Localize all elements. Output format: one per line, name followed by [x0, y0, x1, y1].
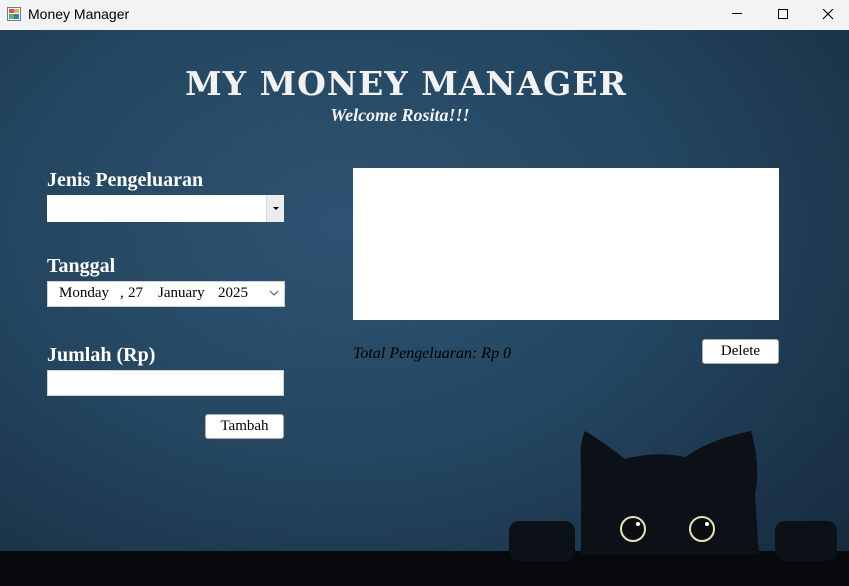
- window-titlebar[interactable]: Money Manager: [0, 0, 849, 30]
- cat-illustration: [509, 431, 837, 561]
- date-day[interactable]: 27: [128, 285, 143, 302]
- close-button[interactable]: [805, 0, 849, 30]
- add-button[interactable]: Tambah: [205, 414, 284, 439]
- category-label: Jenis Pengeluaran: [47, 169, 204, 191]
- maximize-icon: [778, 9, 788, 19]
- category-combobox[interactable]: [47, 195, 284, 222]
- expenses-listbox[interactable]: [353, 168, 779, 320]
- date-year[interactable]: 2025: [218, 285, 248, 302]
- total-expenses-label: Total Pengeluaran: Rp 0: [353, 345, 512, 362]
- welcome-message: Welcome Rosita!!!: [330, 105, 470, 125]
- date-picker[interactable]: Monday , 27 January 2025: [47, 281, 285, 307]
- app-icon: [7, 7, 21, 21]
- app-title: My Money Manager: [185, 64, 627, 103]
- date-month[interactable]: January: [158, 285, 205, 302]
- dropdown-arrow-icon: [273, 207, 279, 210]
- date-separator: ,: [120, 285, 124, 301]
- date-weekday[interactable]: Monday: [59, 285, 109, 302]
- category-dropdown-button[interactable]: [266, 195, 284, 222]
- date-label: Tanggal: [47, 255, 116, 277]
- window-title: Money Manager: [28, 6, 130, 22]
- delete-button[interactable]: Delete: [702, 339, 779, 364]
- minimize-button[interactable]: [714, 0, 760, 30]
- chevron-down-icon[interactable]: [269, 290, 279, 297]
- maximize-button[interactable]: [760, 0, 806, 30]
- minimize-icon: [732, 13, 742, 14]
- close-icon: [822, 9, 834, 20]
- amount-label: Jumlah (Rp): [47, 344, 156, 366]
- amount-input[interactable]: [47, 370, 284, 396]
- main-form: My Money Manager Welcome Rosita!!! Jenis…: [0, 30, 849, 586]
